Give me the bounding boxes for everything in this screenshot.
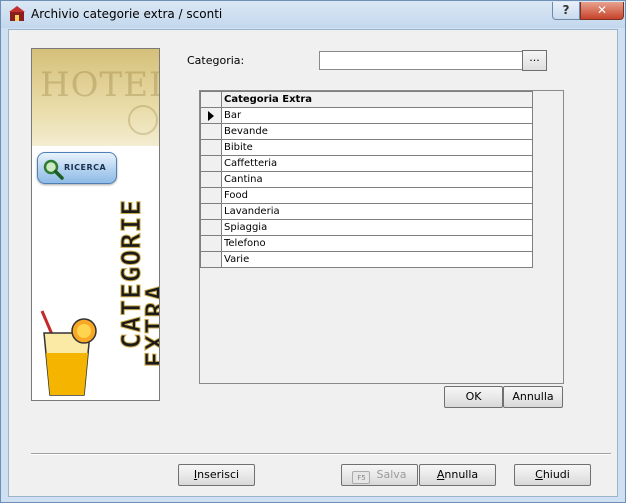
- save-button-label: Salva: [376, 468, 407, 481]
- row-indicator[interactable]: [200, 107, 222, 124]
- table-row[interactable]: Spiaggia: [200, 219, 533, 236]
- window-title: Archivio categorie extra / sconti: [31, 7, 223, 21]
- hotel-watermark: HOTEL: [40, 65, 160, 105]
- insert-button[interactable]: Inserisci: [178, 464, 255, 486]
- art-word-extra: EXTRA: [141, 284, 160, 368]
- grid-cancel-button[interactable]: Annulla: [503, 386, 563, 408]
- table-row[interactable]: Bevande: [200, 123, 533, 140]
- category-table: Categoria Extra Bar Bevande Bibite Caffe…: [200, 91, 533, 268]
- close-button-label: hiudi: [542, 468, 570, 481]
- cocktail-icon: [40, 310, 97, 396]
- category-artwork: CATEGORIE EXTRA: [34, 189, 160, 399]
- hotel-banner: HOTEL: [32, 49, 159, 146]
- close-accelerator: C: [535, 468, 543, 481]
- client-area: HOTEL RICERCA CATEGORIE EXTRA Categoria:…: [8, 29, 618, 497]
- footer-separator: [31, 453, 611, 455]
- row-indicator[interactable]: [200, 203, 222, 220]
- column-header-categoria-extra[interactable]: Categoria Extra: [221, 91, 533, 108]
- save-button[interactable]: F5 Salva: [341, 464, 418, 486]
- cancel-button[interactable]: Annulla: [419, 464, 496, 486]
- table-cell[interactable]: Bevande: [221, 123, 533, 140]
- row-indicator[interactable]: [200, 251, 222, 268]
- table-cell[interactable]: Caffetteria: [221, 155, 533, 172]
- search-button-label: RICERCA: [64, 163, 107, 172]
- table-cell[interactable]: Varie: [221, 251, 533, 268]
- table-row[interactable]: Varie: [200, 251, 533, 268]
- title-bar[interactable]: Archivio categorie extra / sconti ? ✕: [1, 1, 625, 28]
- categoria-label: Categoria:: [187, 54, 245, 67]
- categoria-input[interactable]: [319, 51, 523, 70]
- cancel-button-label: nnulla: [444, 468, 479, 481]
- f5-key-icon: F5: [352, 471, 371, 484]
- row-indicator[interactable]: [200, 123, 222, 140]
- table-cell[interactable]: Lavanderia: [221, 203, 533, 220]
- category-grid[interactable]: Categoria Extra Bar Bevande Bibite Caffe…: [199, 90, 564, 384]
- close-button[interactable]: Chiudi: [514, 464, 591, 486]
- table-row[interactable]: Food: [200, 187, 533, 204]
- categoria-browse-button[interactable]: ...: [522, 50, 547, 71]
- main-window: Archivio categorie extra / sconti ? ✕ HO…: [0, 0, 626, 503]
- row-pointer-icon: [208, 111, 214, 121]
- hotel-seal-icon: [128, 105, 158, 135]
- table-row[interactable]: Bibite: [200, 139, 533, 156]
- table-row[interactable]: Cantina: [200, 171, 533, 188]
- close-window-button[interactable]: ✕: [580, 2, 624, 20]
- table-row[interactable]: Caffetteria: [200, 155, 533, 172]
- table-header-row: Categoria Extra: [200, 91, 533, 108]
- table-row[interactable]: Telefono: [200, 235, 533, 252]
- row-indicator[interactable]: [200, 187, 222, 204]
- help-button[interactable]: ?: [552, 2, 580, 20]
- table-row[interactable]: Bar: [200, 107, 533, 124]
- row-indicator[interactable]: [200, 139, 222, 156]
- table-body: Bar Bevande Bibite Caffetteria Cantina F…: [200, 107, 533, 268]
- magnifier-icon: [43, 159, 64, 180]
- row-indicator-header: [200, 91, 222, 108]
- app-icon: [9, 6, 25, 21]
- search-button[interactable]: RICERCA: [37, 152, 117, 184]
- grid-ok-button[interactable]: OK: [444, 386, 503, 408]
- table-cell[interactable]: Telefono: [221, 235, 533, 252]
- table-cell[interactable]: Bibite: [221, 139, 533, 156]
- table-cell[interactable]: Spiaggia: [221, 219, 533, 236]
- table-cell[interactable]: Food: [221, 187, 533, 204]
- row-indicator[interactable]: [200, 171, 222, 188]
- row-indicator[interactable]: [200, 235, 222, 252]
- table-row[interactable]: Lavanderia: [200, 203, 533, 220]
- row-indicator[interactable]: [200, 219, 222, 236]
- sidebar-panel: HOTEL RICERCA CATEGORIE EXTRA: [31, 48, 160, 401]
- table-cell[interactable]: Cantina: [221, 171, 533, 188]
- insert-button-label: nserisci: [197, 468, 240, 481]
- table-cell[interactable]: Bar: [221, 107, 533, 124]
- row-indicator[interactable]: [200, 155, 222, 172]
